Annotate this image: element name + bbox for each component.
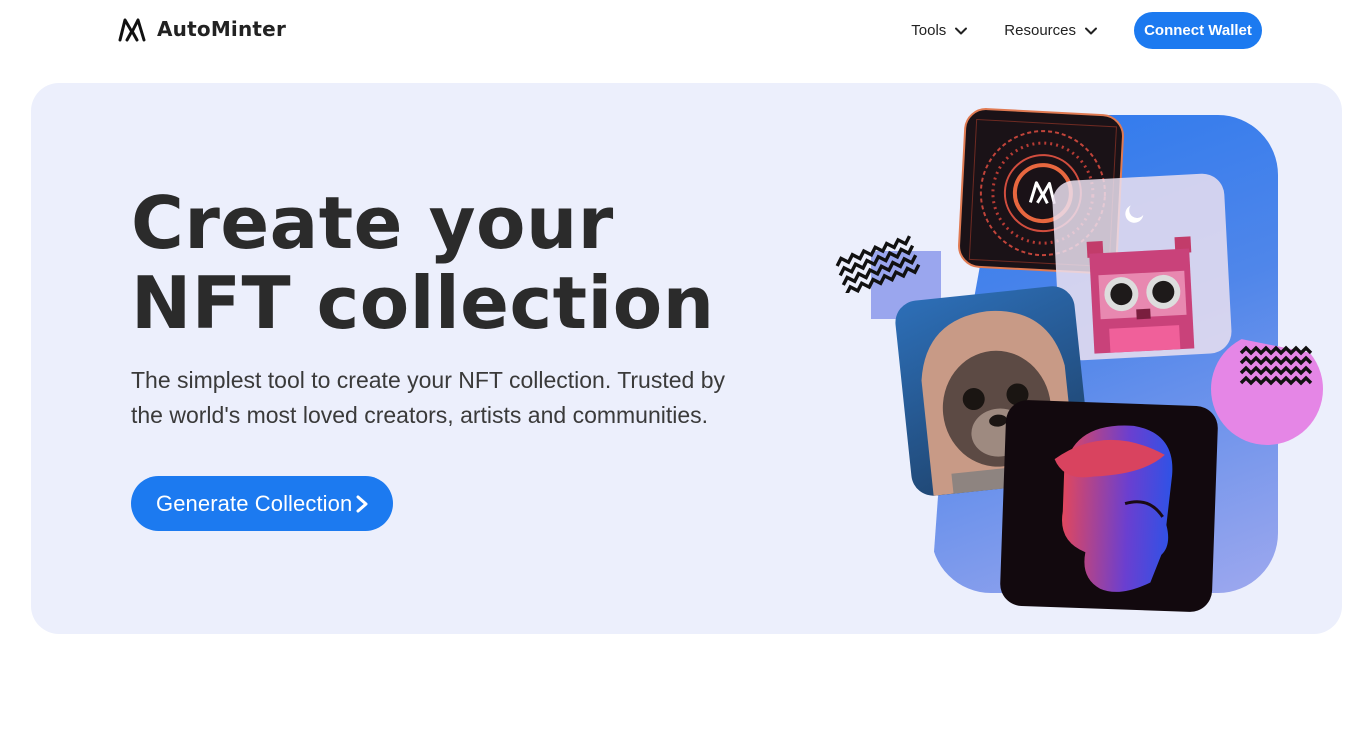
chevron-right-icon [356,495,368,513]
nav-tools[interactable]: Tools [911,13,968,49]
connect-wallet-button[interactable]: Connect Wallet [1134,12,1262,49]
pixel-owl-artwork [1086,205,1195,354]
sculpted-head-artwork [1054,425,1173,592]
hero-title: Create your NFT collection [131,181,715,345]
nft-card-sculpted-head [999,399,1219,613]
nav-resources-label: Resources [1004,22,1076,39]
nft-card-pixel-owl [1051,172,1233,362]
nav-resources[interactable]: Resources [1004,13,1098,49]
zigzag-decoration-right [1239,345,1313,386]
main-nav: Tools Resources Connect Wallet [911,12,1262,49]
chevron-down-icon [1085,27,1097,34]
hero-artwork-collage [831,83,1342,634]
nav-tools-label: Tools [911,22,947,39]
chevron-down-icon [955,27,968,34]
generate-collection-button[interactable]: Generate Collection [131,476,393,531]
brand-name: AutoMinter [157,17,287,41]
autominter-logo-icon [118,18,146,42]
site-header: AutoMinter Tools Resources Connect Walle… [0,0,1366,62]
generate-collection-label: Generate Collection [156,490,353,516]
zigzag-decoration-left [835,235,921,293]
hero-section: Create your NFT collection The simplest … [31,83,1342,634]
brand-logo[interactable]: AutoMinter [117,14,286,44]
hero-subtitle: The simplest tool to create your NFT col… [131,367,725,428]
